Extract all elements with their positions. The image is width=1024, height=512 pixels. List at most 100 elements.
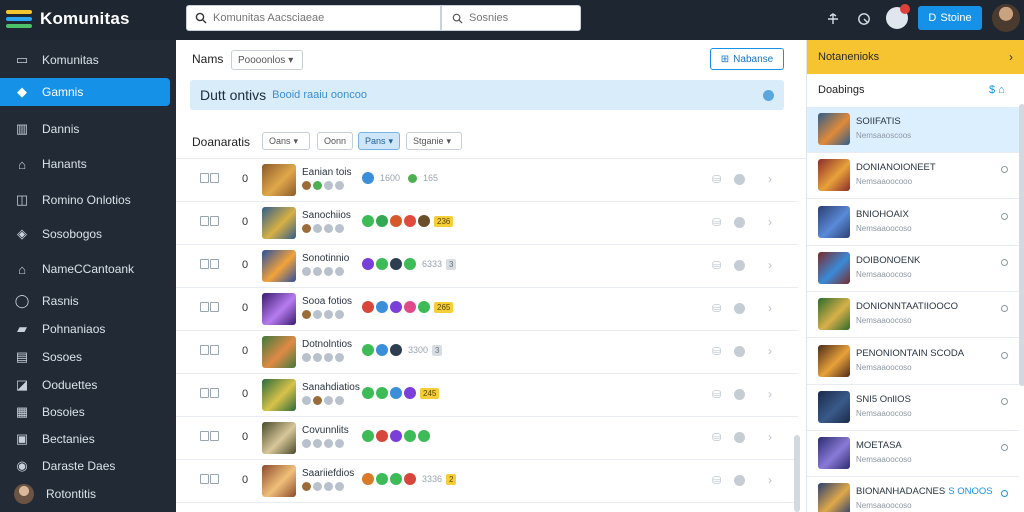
filter-chip-oonn[interactable]: Oonn	[317, 132, 353, 150]
search-bar[interactable]	[186, 5, 441, 31]
radio-icon[interactable]	[1001, 166, 1008, 174]
top-outline-button[interactable]: ⊞ Nabanse	[710, 48, 784, 70]
primary-action-button[interactable]: D Stoine	[918, 6, 982, 30]
archive-icon[interactable]: ⛁	[712, 259, 724, 272]
panel-list-item[interactable]: MOETASA Nemsaaoocoso	[807, 431, 1019, 478]
panel-list-item[interactable]: DOIBONOENK Nemsaaoocoso	[807, 246, 1019, 292]
checkbox-pair-icon[interactable]	[200, 431, 222, 443]
sidebar-item-rasnis[interactable]: ◯ Rasnis	[0, 287, 170, 315]
share-icon[interactable]	[822, 8, 844, 30]
sidebar-item-komunitas[interactable]: ▭ Komunitas	[0, 46, 170, 74]
panel-list-item[interactable]: PENONIONTAIN SCODA Nemsaaoocoso	[807, 339, 1019, 385]
user-avatar[interactable]	[992, 4, 1020, 32]
chevron-right-icon[interactable]: ›	[768, 258, 772, 272]
sidebar-item-rotontitis[interactable]: Rotontitis	[0, 480, 170, 508]
checkbox-pair-icon[interactable]	[200, 474, 222, 486]
checkbox-pair-icon[interactable]	[200, 302, 222, 314]
sidebar-item-hanants[interactable]: ⌂ Hanants	[0, 150, 170, 178]
radio-icon[interactable]	[1001, 305, 1008, 313]
sidebar-item-ooduettes[interactable]: ◪ Ooduettes	[0, 371, 170, 399]
chevron-right-icon[interactable]: ›	[768, 430, 772, 444]
filter-chip-pans[interactable]: Pans ▾	[358, 132, 400, 150]
search-scope-input[interactable]	[469, 12, 572, 24]
row-title[interactable]: Sanahdiatios	[302, 382, 360, 393]
name-select-value: Poooonlos	[238, 54, 286, 66]
panel-item-name: DONIANOIONEET	[856, 162, 936, 173]
table-row[interactable]: 0 Sanahdiatios 245 ⛁ ›	[176, 374, 798, 417]
table-row[interactable]: 0 Covunnlits ⛁ ›	[176, 417, 798, 460]
archive-icon[interactable]: ⛁	[712, 345, 724, 358]
archive-icon[interactable]: ⛁	[712, 173, 724, 186]
radio-icon[interactable]	[1001, 258, 1008, 266]
filter-chip-oans[interactable]: Oans ▾	[262, 132, 310, 150]
sidebar-item-sosobogos[interactable]: ◈ Sosobogos	[0, 220, 170, 248]
sidebar-item-pohnaniaos[interactable]: ▰ Pohnaniaos	[0, 315, 170, 343]
panel-list-item[interactable]: DONIANOIONEET Nemsaaoocooo	[807, 153, 1019, 200]
row-title[interactable]: Sonotinnio	[302, 253, 349, 264]
game-thumbnail	[262, 164, 296, 196]
sidebar-item-daraste-daes[interactable]: ◉ Daraste Daes	[0, 452, 170, 480]
table-row[interactable]: 0 Dotnolntios 3300 3 ⛁ ›	[176, 331, 798, 374]
chevron-right-icon[interactable]: ›	[768, 215, 772, 229]
sidebar-item-bectanies[interactable]: ▣ Bectanies	[0, 425, 170, 453]
chevron-right-icon[interactable]: ›	[768, 301, 772, 315]
right-panel-header[interactable]: Notanenioks ›	[807, 40, 1024, 74]
row-meta-icons	[302, 310, 344, 319]
search-scope[interactable]	[441, 5, 581, 31]
row-title[interactable]: Eanian tois	[302, 167, 351, 178]
radio-icon[interactable]	[1001, 212, 1008, 220]
panel-list-item[interactable]: DONIONNTAATIIOOCO Nemsaaoocoso	[807, 292, 1019, 339]
sidebar-item-gamnis[interactable]: ◆ Gamnis	[0, 78, 170, 106]
chevron-right-icon[interactable]: ›	[768, 172, 772, 186]
sidebar-item-dannis[interactable]: ▥ Dannis	[0, 115, 170, 143]
right-panel-action[interactable]: $ ⌂	[989, 84, 1005, 96]
row-title[interactable]: Dotnolntios	[302, 339, 352, 350]
radio-icon[interactable]	[1001, 397, 1008, 405]
sidebar-item-nameccantoank[interactable]: ⌂ NameCCantoank	[0, 255, 170, 283]
archive-icon[interactable]: ⛁	[712, 388, 724, 401]
row-title[interactable]: Sanochiios	[302, 210, 351, 221]
row-title[interactable]: Saariiefdios	[302, 468, 354, 479]
panel-list-item[interactable]: BIONANHADACNES S ONOOS Nemsaaoocoso	[807, 477, 1019, 512]
checkbox-pair-icon[interactable]	[200, 388, 222, 400]
game-thumbnail	[262, 422, 296, 454]
search-input[interactable]	[213, 12, 409, 24]
app-logo[interactable]: Komunitas	[6, 8, 130, 30]
radio-icon[interactable]	[1001, 490, 1008, 498]
panel-item-name: MOETASA	[856, 440, 902, 451]
panel-item-desc: Nemsaaoocoso	[856, 223, 912, 233]
table-row[interactable]: 0 Sooa fotios 265 ⛁ ›	[176, 288, 798, 331]
radio-icon[interactable]	[1001, 444, 1008, 452]
chevron-right-icon[interactable]: ›	[768, 344, 772, 358]
panel-list-item[interactable]: SNI5 OnlIOS Nemsaaoocoso	[807, 385, 1019, 431]
archive-icon[interactable]: ⛁	[712, 302, 724, 315]
panel-list-item[interactable]: SOIIFATIS Nemsaaoscoos	[807, 107, 1019, 153]
globe-icon[interactable]	[853, 8, 875, 30]
filter-chip-stganie[interactable]: Stganie ▾	[406, 132, 462, 150]
panel-list-item[interactable]: BNIOHOAIX Nemsaaoocoso	[807, 200, 1019, 246]
chevron-right-icon[interactable]: ›	[768, 473, 772, 487]
archive-icon[interactable]: ⛁	[712, 216, 724, 229]
table-row[interactable]: 0 Saariiefdios 3336 2 ⛁ ›	[176, 460, 798, 503]
checkbox-pair-icon[interactable]	[200, 345, 222, 357]
table-row[interactable]: 0 Sonotinnio 6333 3 ⛁ ›	[176, 245, 798, 288]
table-row[interactable]: 0 Sanochiios 236 ⛁ ›	[176, 202, 798, 245]
checkbox-pair-icon[interactable]	[200, 259, 222, 271]
checkbox-pair-icon[interactable]	[200, 173, 222, 185]
sidebar-item-sosoes[interactable]: ▤ Sosoes	[0, 343, 170, 371]
chevron-right-icon[interactable]: ›	[768, 387, 772, 401]
banner-close-icon[interactable]	[763, 90, 774, 101]
archive-icon[interactable]: ⛁	[712, 474, 724, 487]
archive-icon[interactable]: ⛁	[712, 431, 724, 444]
sidebar-item-label: Rotontitis	[46, 487, 97, 501]
row-title[interactable]: Covunnlits	[302, 425, 349, 436]
right-scrollbar[interactable]	[1019, 104, 1024, 386]
main-scrollbar[interactable]	[794, 435, 800, 512]
sidebar-item-romino-onlotios[interactable]: ◫ Romino Onlotios	[0, 186, 170, 214]
sidebar-item-bosoies[interactable]: ▦ Bosoies	[0, 398, 170, 426]
checkbox-pair-icon[interactable]	[200, 216, 222, 228]
radio-icon[interactable]	[1001, 351, 1008, 359]
table-row[interactable]: 0 Eanian tois 1600 165 ⛁ ›	[176, 159, 798, 202]
row-title[interactable]: Sooa fotios	[302, 296, 352, 307]
name-select[interactable]: Poooonlos ▾	[231, 50, 303, 70]
